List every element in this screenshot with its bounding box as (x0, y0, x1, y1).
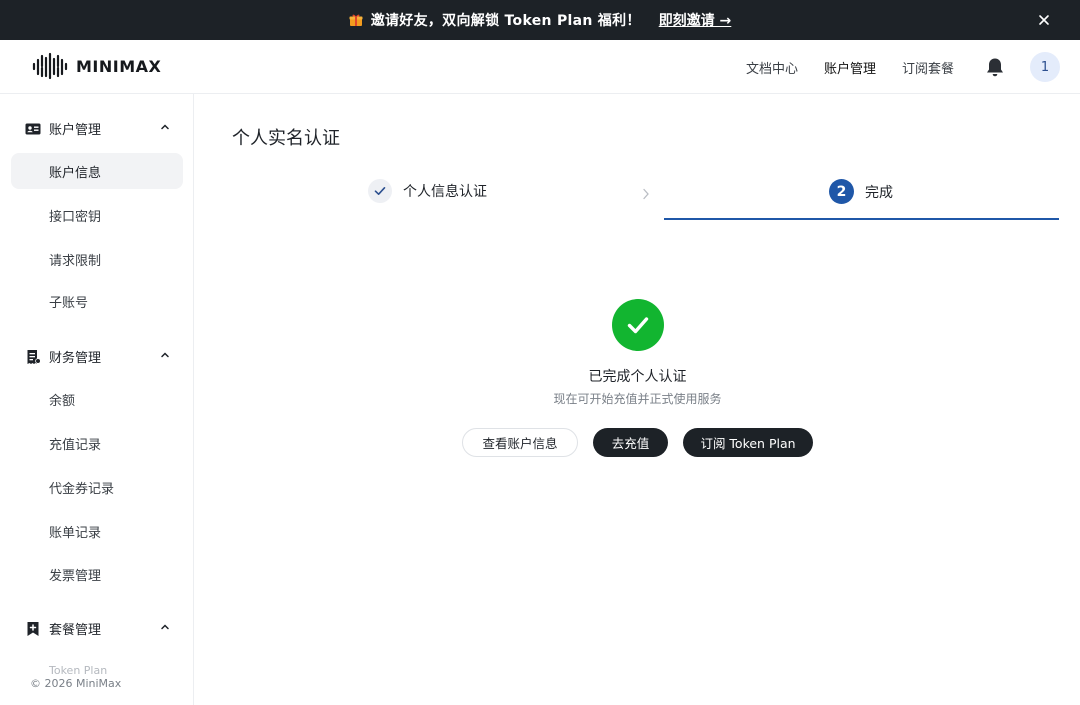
bookmark-plus-icon (25, 621, 41, 637)
check-icon (368, 179, 392, 203)
sidebar-item-account-info[interactable]: 账户信息 (11, 153, 183, 189)
step-label: 完成 (865, 184, 893, 201)
promo-banner: 邀请好友，双向解锁 Token Plan 福利！ 即刻邀请 → (0, 0, 1080, 40)
logo-wave-icon (32, 52, 68, 80)
nav-docs[interactable]: 文档中心 (746, 58, 798, 77)
nav-subscription[interactable]: 订阅套餐 (902, 58, 954, 77)
success-subtitle: 现在可开始充值并正式使用服务 (553, 392, 722, 406)
view-account-info-button[interactable]: 查看账户信息 (462, 428, 578, 457)
sidebar-group-label: 账户管理 (49, 123, 102, 138)
sidebar-item-balance[interactable]: 余额 (11, 381, 183, 417)
chevron-up-icon (160, 121, 170, 131)
step-complete: 2 完成 (829, 179, 893, 204)
bell-icon[interactable] (984, 56, 1006, 78)
close-icon[interactable] (1036, 12, 1052, 28)
nav-account[interactable]: 账户管理 (824, 58, 876, 77)
page-title: 个人实名认证 (232, 128, 340, 149)
step-personal-info: 个人信息认证 (368, 179, 487, 203)
sidebar-item-recharge-records[interactable]: 充值记录 (11, 425, 183, 461)
step-number: 2 (829, 179, 854, 204)
subscribe-token-plan-button[interactable]: 订阅 Token Plan (683, 428, 813, 457)
receipt-icon (25, 349, 41, 365)
logo[interactable]: MINIMAX (32, 52, 161, 80)
copyright: © 2026 MiniMax (30, 677, 122, 690)
sidebar-group-label: 财务管理 (49, 351, 102, 366)
banner-text: 邀请好友，双向解锁 Token Plan 福利！ (370, 13, 641, 29)
sidebar-group-plans[interactable]: 套餐管理 (25, 619, 170, 638)
main-content: 个人实名认证 个人信息认证 2 完成 已完成个人认证 现在可开始充值并正式使用服… (195, 94, 1080, 705)
sidebar-group-finance[interactable]: 财务管理 (25, 347, 170, 366)
logo-text: MINIMAX (76, 56, 162, 76)
step-label: 个人信息认证 (403, 184, 487, 200)
success-title: 已完成个人认证 (588, 369, 687, 385)
sidebar-item-api-keys[interactable]: 接口密钥 (11, 197, 183, 233)
sidebar-item-sub-accounts[interactable]: 子账号 (11, 283, 183, 319)
sidebar-item-invoice-management[interactable]: 发票管理 (11, 556, 183, 592)
sidebar-item-voucher-records[interactable]: 代金券记录 (11, 469, 183, 505)
top-nav: 文档中心 账户管理 订阅套餐 1 (720, 40, 1060, 94)
sidebar-item-rate-limits[interactable]: 请求限制 (11, 241, 183, 277)
sidebar: 账户管理 账户信息 接口密钥 请求限制 子账号 财务管理 余额 充值记录 代金券… (0, 94, 194, 705)
invite-link[interactable]: 即刻邀请 → (659, 10, 732, 30)
chevron-up-icon (160, 349, 170, 359)
chevron-up-icon (160, 621, 170, 631)
sidebar-group-account[interactable]: 账户管理 (25, 119, 170, 138)
sidebar-item-bill-records[interactable]: 账单记录 (11, 513, 183, 549)
recharge-button[interactable]: 去充值 (593, 428, 668, 457)
active-step-indicator (664, 218, 1059, 220)
id-card-icon (25, 121, 41, 137)
sidebar-item-token-plan[interactable]: Token Plan (11, 664, 183, 676)
avatar[interactable]: 1 (1030, 52, 1060, 82)
top-header: MINIMAX 文档中心 账户管理 订阅套餐 1 (0, 40, 1080, 94)
gift-icon (349, 13, 363, 27)
success-check-icon (612, 299, 664, 351)
sidebar-group-label: 套餐管理 (49, 623, 102, 638)
chevron-right-icon (641, 185, 651, 200)
